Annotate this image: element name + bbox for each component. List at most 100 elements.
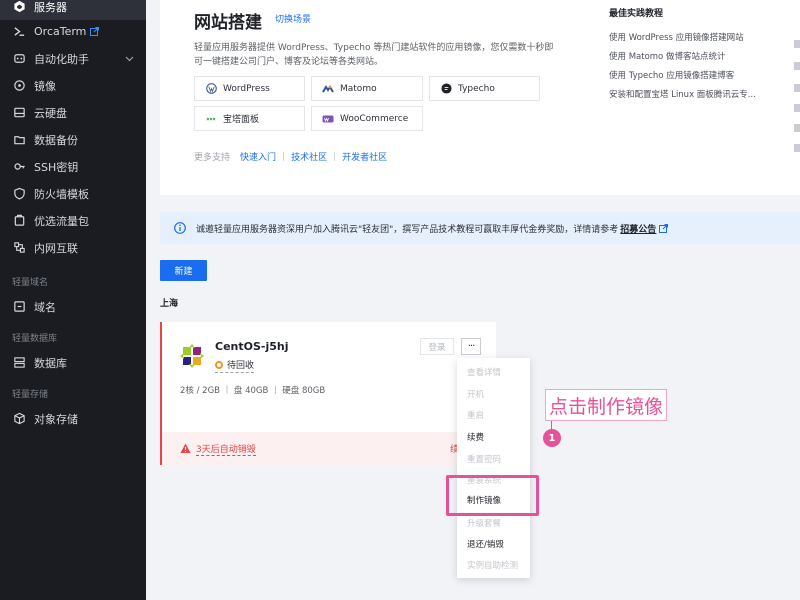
image-icon	[12, 79, 26, 93]
database-icon	[12, 356, 26, 370]
server-icon	[12, 0, 26, 14]
sidebar-item-label: 域名	[34, 300, 56, 314]
centos-logo-icon	[180, 344, 204, 368]
sidebar-item-label: 优选流量包	[34, 214, 89, 228]
link-separator: |	[282, 151, 286, 162]
app-baota[interactable]: 宝塔面板	[194, 106, 305, 131]
sidebar-item-label: 自动化助手	[34, 52, 89, 66]
typecho-icon	[440, 83, 452, 95]
destroy-warning: 3天后自动销毁 续	[162, 432, 496, 465]
login-button[interactable]: 登录	[420, 338, 454, 355]
menu-item-self-check[interactable]: 实例自助检测	[467, 559, 518, 571]
storage-icon	[12, 412, 26, 426]
sidebar-item-automation[interactable]: 自动化助手	[0, 45, 146, 72]
create-image-highlight	[446, 475, 539, 516]
app-wordpress[interactable]: WordPress	[194, 76, 305, 101]
network-icon	[12, 241, 26, 255]
sidebar-item-ssh-key[interactable]: SSH密钥	[0, 153, 146, 180]
app-label: 宝塔面板	[223, 115, 260, 125]
menu-item-reset-password[interactable]: 重置密码	[467, 453, 501, 465]
sidebar-item-label: 云硬盘	[34, 106, 67, 120]
more-actions-menu: 查看详情 开机 重启 续费 重置密码 重装系统 制作镜像 升级套餐 退还/销毁 …	[457, 358, 530, 578]
wordpress-icon	[205, 83, 217, 95]
sidebar-item-orcaterm[interactable]: OrcaTerm	[0, 18, 146, 45]
sidebar-item-traffic[interactable]: 优选流量包	[0, 207, 146, 234]
menu-item-restart[interactable]: 重启	[467, 409, 484, 421]
cropped-right-column	[794, 40, 800, 152]
sidebar-item-label: 数据备份	[34, 133, 78, 147]
best-practice-link[interactable]: 安装和配置宝塔 Linux 面板腾讯云专...	[609, 88, 756, 100]
info-icon	[174, 222, 186, 234]
best-practice-link[interactable]: 使用 WordPress 应用镜像搭建网站	[609, 31, 744, 43]
warning-icon	[180, 443, 191, 453]
automation-icon	[12, 52, 26, 66]
app-label: Matomo	[340, 83, 377, 94]
instance-status: 待回收	[215, 358, 255, 373]
warning-text: 3天后自动销毁	[196, 442, 256, 456]
site-description: 轻量应用服务器提供 WordPress、Typecho 等热门建站软件的应用镜像…	[194, 43, 554, 67]
chevron-down-icon	[125, 56, 134, 62]
site-builder-card: 网站搭建 切换场景 轻量应用服务器提供 WordPress、Typecho 等热…	[160, 0, 800, 195]
more-support-row: 更多支持 快速入门 | 技术社区 | 开发者社区	[194, 150, 387, 164]
menu-item-return-destroy[interactable]: 退还/销毁	[467, 538, 504, 550]
region-label: 上海	[160, 299, 179, 309]
woocommerce-icon	[322, 113, 334, 125]
best-practice-link[interactable]: 使用 Typecho 应用镜像搭建博客	[609, 69, 734, 81]
sidebar-item-disk[interactable]: 云硬盘	[0, 99, 146, 126]
pending-status-icon	[215, 360, 223, 369]
sidebar-item-image[interactable]: 镜像	[0, 72, 146, 99]
menu-item-upgrade[interactable]: 升级套餐	[467, 517, 501, 529]
sidebar-item-backup[interactable]: 数据备份	[0, 126, 146, 153]
backup-icon	[12, 133, 26, 147]
page-title: 网站搭建	[194, 13, 262, 33]
sidebar-item-label: 防火墙模板	[34, 187, 89, 201]
sidebar-item-label: 镜像	[34, 79, 56, 93]
sidebar: 服务器 OrcaTerm 自动化助手 镜像 云硬盘 数据备份 SSH密钥 防火墙…	[0, 0, 146, 600]
sidebar-item-label: 内网互联	[34, 241, 78, 255]
sidebar-item-label: 数据库	[34, 356, 67, 370]
app-woocommerce[interactable]: WooCommerce	[311, 106, 423, 131]
sidebar-item-database[interactable]: 数据库	[0, 349, 146, 376]
status-text: 待回收	[227, 361, 255, 371]
baota-icon	[205, 113, 217, 125]
quick-start-link[interactable]: 快速入门	[240, 150, 276, 163]
external-link-icon	[659, 223, 669, 233]
new-instance-button[interactable]: 新建	[160, 260, 207, 281]
sidebar-group-domain: 轻量域名	[12, 278, 49, 288]
more-actions-button[interactable]: ···	[461, 338, 481, 355]
step-number-badge: 1	[543, 429, 561, 447]
domain-icon	[12, 300, 26, 314]
annotation-callout: 点击制作镜像	[545, 389, 668, 421]
instance-name[interactable]: CentOS-j5hj	[215, 340, 289, 353]
menu-item-renew[interactable]: 续费	[467, 431, 484, 443]
sidebar-item-intranet[interactable]: 内网互联	[0, 234, 146, 261]
sidebar-group-database: 轻量数据库	[12, 334, 58, 344]
app-typecho[interactable]: Typecho	[429, 76, 540, 101]
traffic-icon	[12, 214, 26, 228]
tech-community-link[interactable]: 技术社区	[291, 150, 327, 163]
sidebar-item-domain[interactable]: 域名	[0, 293, 146, 320]
sidebar-item-firewall[interactable]: 防火墙模板	[0, 180, 146, 207]
sidebar-item-label: SSH密钥	[34, 160, 79, 174]
external-link-icon	[90, 27, 100, 36]
sidebar-group-storage: 轻量存储	[12, 390, 49, 400]
recruit-notice-link[interactable]: 招募公告	[620, 222, 656, 235]
terminal-icon	[12, 25, 26, 39]
sidebar-item-label: 服务器	[34, 0, 67, 14]
link-separator: |	[333, 151, 337, 162]
notice-text: 诚邀轻量应用服务器资深用户加入腾讯云"轻友团"，撰写产品技术教程可赢取丰厚代金券…	[196, 224, 619, 235]
sidebar-item-label: 对象存储	[34, 412, 78, 426]
menu-item-power-on[interactable]: 开机	[467, 388, 484, 400]
menu-item-view-details[interactable]: 查看详情	[467, 366, 501, 378]
switch-scene-link[interactable]: 切换场景	[275, 12, 311, 25]
more-support-label: 更多支持	[194, 153, 231, 163]
best-practice-link[interactable]: 使用 Matomo 做博客站点统计	[609, 50, 725, 62]
app-label: WooCommerce	[340, 113, 409, 124]
sidebar-item-server[interactable]: 服务器	[0, 0, 146, 20]
key-icon	[12, 160, 26, 174]
app-matomo[interactable]: Matomo	[311, 76, 423, 101]
developer-community-link[interactable]: 开发者社区	[342, 150, 387, 163]
disk-icon	[12, 106, 26, 120]
app-label: Typecho	[458, 83, 495, 94]
sidebar-item-object-storage[interactable]: 对象存储	[0, 405, 146, 432]
